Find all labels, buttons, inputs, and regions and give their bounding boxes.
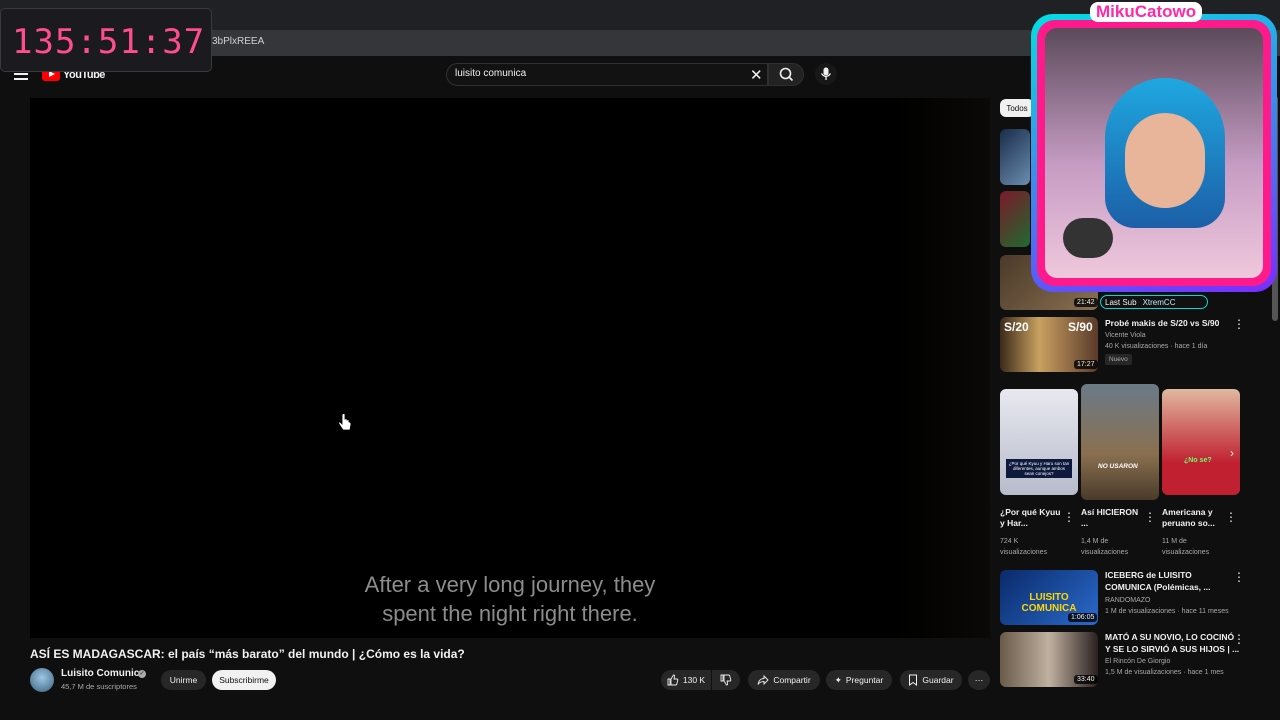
short-thumbnail[interactable]: ¿Por qué Kyuu y Haru son tan diferentes,… (1000, 389, 1078, 495)
more-horizontal-icon: ⋯ (974, 674, 984, 685)
thumb-text: LUISITO COMUNICA (1021, 592, 1077, 614)
rec-channel[interactable]: RANDOMAZO (1105, 595, 1151, 606)
last-sub-label: Last Sub (1105, 297, 1137, 307)
join-button[interactable]: Unirme (161, 670, 206, 690)
dislike-button[interactable] (712, 670, 740, 690)
thumb-text-left: S/20 (1004, 320, 1029, 334)
rec-thumbnail-partial[interactable] (1000, 129, 1030, 185)
rec-title-line-2[interactable]: Y SE LO SIRVIÓ A SUS HIJOS | ... (1105, 644, 1239, 655)
url-fragment: 3bPlxREEA (212, 36, 265, 47)
channel-name[interactable]: Luisito Comunica (61, 668, 145, 679)
rec-meta: 1 M de visualizaciones · hace 11 meses (1105, 608, 1229, 615)
microphone-icon (820, 67, 832, 80)
bookmark-icon (909, 674, 918, 686)
short-menu-icon[interactable]: ⋮ (1063, 510, 1075, 524)
player-edge-shade (895, 98, 990, 638)
ask-button[interactable]: ✦ Preguntar (826, 670, 892, 690)
search-button[interactable] (768, 63, 804, 86)
short-thumb-text: ¿No se? (1184, 457, 1212, 464)
microphone (1063, 218, 1113, 258)
share-arrow-icon (757, 674, 769, 686)
short-views: 1,4 M de (1081, 538, 1109, 545)
like-button[interactable]: 130 K (661, 670, 711, 690)
short-views-suffix: visualizaciones (1000, 549, 1048, 556)
save-button[interactable]: Guardar (900, 670, 962, 690)
search-input[interactable] (455, 68, 735, 79)
short-thumb-text: NO USARON (1098, 463, 1138, 470)
rec-title[interactable]: Probé makis de S/20 vs S/90 (1105, 318, 1230, 329)
rec-title-line-2[interactable]: COMUNICA (Polémicas, ... (1105, 582, 1210, 593)
streamer-face (1125, 113, 1205, 208)
rec-thumbnail-partial[interactable] (1000, 191, 1030, 247)
channel-avatar[interactable] (30, 668, 54, 692)
short-menu-icon[interactable]: ⋮ (1225, 510, 1237, 524)
stream-timer: 135:51:37 (12, 22, 206, 62)
share-button[interactable]: Compartir (748, 670, 820, 690)
short-menu-icon[interactable]: ⋮ (1144, 510, 1156, 524)
search-box[interactable] (446, 63, 768, 86)
video-player[interactable] (30, 98, 990, 638)
video-caption: After a very long journey, they spent th… (30, 570, 990, 628)
rec-menu-icon[interactable]: ⋮ (1233, 570, 1245, 584)
hand-cursor-icon (338, 412, 352, 437)
clear-search-icon[interactable]: ✕ (750, 66, 763, 84)
ask-label: Preguntar (845, 675, 884, 685)
thumb-text-right: S/90 (1068, 320, 1093, 334)
rec-menu-icon[interactable]: ⋮ (1233, 632, 1245, 646)
new-badge: Nuevo (1105, 354, 1132, 365)
thumbs-up-icon (667, 674, 679, 686)
rec-menu-icon[interactable]: ⋮ (1233, 317, 1245, 331)
short-views-suffix: visualizaciones (1162, 549, 1210, 556)
subscriber-count: 45,7 M de suscriptores (61, 682, 137, 691)
short-views: 724 K (1000, 538, 1019, 545)
last-sub-widget: Last Sub XtremCC (1100, 295, 1208, 309)
short-thumbnail[interactable]: ¿No se? (1162, 389, 1240, 495)
subscribe-button[interactable]: Subscribirme (212, 670, 276, 690)
rec-channel[interactable]: Vicente Viola (1105, 330, 1146, 341)
short-thumb-text: ¿Por qué Kyuu y Haru son tan diferentes,… (1006, 459, 1072, 478)
short-title[interactable]: Así HICIERON ... (1081, 507, 1143, 529)
short-views-suffix: visualizaciones (1081, 549, 1129, 556)
caption-line-1: After a very long journey, they (364, 572, 656, 597)
more-actions-button[interactable]: ⋯ (968, 670, 990, 690)
rec-title-line-1[interactable]: ICEBERG de LUISITO (1105, 570, 1192, 581)
rec-meta: 1,5 M de visualizaciones · hace 1 mes (1105, 669, 1224, 676)
voice-search-button[interactable] (815, 63, 837, 85)
webcam-frame (1031, 14, 1277, 292)
duration-badge: 33:40 (1074, 675, 1098, 684)
rec-title-line-1[interactable]: MATÓ A SU NOVIO, LO COCINÓ (1105, 632, 1234, 643)
duration-badge: 1:06:05 (1068, 613, 1098, 622)
duration-badge: 17:27 (1074, 360, 1098, 369)
video-title: ASÍ ES MADAGASCAR: el país “más barato” … (30, 647, 465, 661)
duration-badge: 21:42 (1074, 298, 1098, 307)
short-thumbnail[interactable]: NO USARON (1081, 384, 1159, 500)
chevron-right-icon[interactable]: › (1230, 446, 1234, 460)
short-title[interactable]: ¿Por qué Kyuu y Har... (1000, 507, 1062, 529)
short-title[interactable]: Americana y peruano so... (1162, 507, 1224, 529)
streamer-name-banner: MikuCatowo (1090, 2, 1203, 22)
share-label: Compartir (773, 675, 811, 685)
webcam-feed (1045, 28, 1263, 278)
rec-channel[interactable]: El Rincón De Giorgio (1105, 656, 1170, 667)
last-sub-name: XtremCC (1142, 297, 1176, 307)
filter-chip-all[interactable]: Todos (1000, 99, 1034, 117)
verified-check-icon: ✓ (138, 670, 146, 678)
caption-line-2: spent the night right there. (382, 601, 638, 626)
sparkle-icon: ✦ (834, 674, 842, 685)
save-label: Guardar (922, 675, 954, 685)
webcam-border (1037, 20, 1271, 286)
search-icon (779, 67, 794, 82)
short-views: 11 M de (1162, 538, 1187, 545)
like-count: 130 K (682, 675, 706, 685)
thumbs-down-icon (720, 674, 732, 686)
rec-meta: 40 K visualizaciones · hace 1 día (1105, 343, 1208, 350)
